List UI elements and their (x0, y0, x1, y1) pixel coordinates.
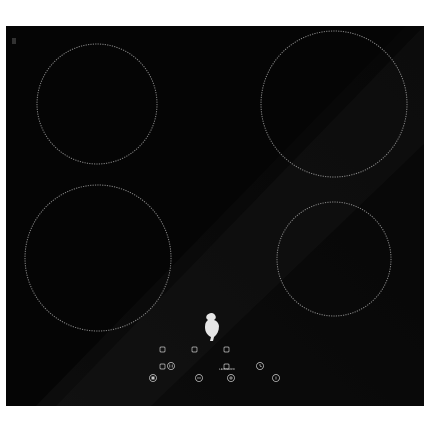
brand-label: LEONARD (219, 367, 235, 371)
cooking-zone-rear-left[interactable] (36, 43, 158, 165)
hob-graphics (12, 26, 424, 406)
glass-glare (36, 26, 424, 406)
ceramic-hob: LEONARD (6, 26, 424, 406)
corner-mark (12, 38, 16, 44)
